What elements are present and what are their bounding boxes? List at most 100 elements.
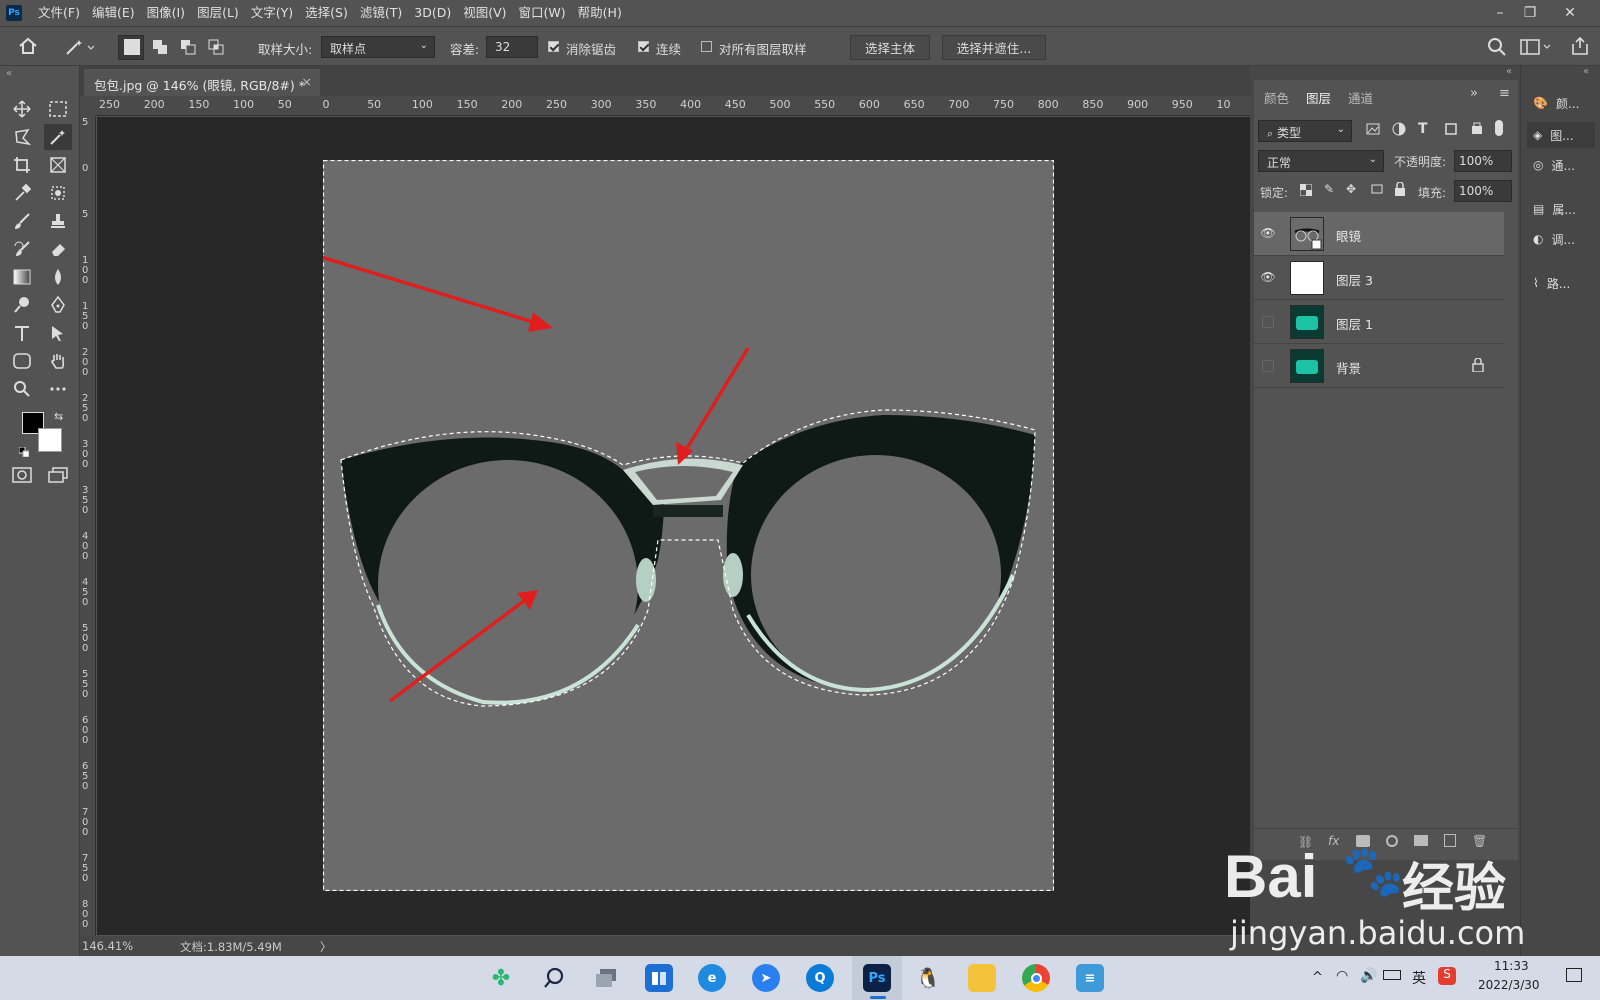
tab-color[interactable]: 颜色 — [1254, 80, 1299, 112]
search-icon[interactable] — [540, 964, 568, 992]
status-arrow-icon[interactable]: 〉 — [320, 939, 332, 955]
tray-chevron-icon[interactable]: ^ — [1312, 970, 1323, 985]
layer-name[interactable]: 图层 1 — [1336, 314, 1373, 333]
battery-icon[interactable] — [1383, 970, 1401, 980]
wifi-icon[interactable]: ◠ — [1336, 968, 1348, 984]
collapse-icon[interactable]: « — [6, 68, 12, 79]
lock-position-icon[interactable]: ✥ — [1346, 182, 1356, 196]
subtract-selection-icon[interactable] — [180, 39, 196, 55]
dodge-tool-icon[interactable] — [8, 292, 36, 318]
lock-pixels-icon[interactable]: ✎ — [1324, 182, 1334, 196]
explorer-icon[interactable] — [968, 964, 996, 992]
restore-button[interactable]: ❐ — [1510, 0, 1550, 25]
eyedropper-tool-icon[interactable] — [8, 180, 36, 206]
more-tools-icon[interactable] — [44, 376, 72, 402]
menu-filter[interactable]: 滤镜(T) — [354, 0, 408, 25]
layer-row-layer3[interactable]: 👁 图层 3 — [1254, 256, 1504, 300]
filter-shape-icon[interactable] — [1444, 122, 1458, 139]
filter-pixel-icon[interactable] — [1366, 122, 1380, 139]
store-icon[interactable] — [645, 964, 673, 992]
widgets-icon[interactable]: ✤ — [487, 964, 515, 992]
zoom-level[interactable]: 146.41% — [82, 939, 133, 953]
menu-window[interactable]: 窗口(W) — [513, 0, 572, 25]
filter-adjustment-icon[interactable] — [1392, 122, 1406, 139]
ime-indicator[interactable]: 英 — [1412, 968, 1426, 988]
path-selection-tool-icon[interactable] — [44, 320, 72, 346]
brush-tool-icon[interactable] — [8, 208, 36, 234]
default-colors-icon[interactable] — [18, 446, 30, 458]
home-icon[interactable] — [18, 37, 38, 58]
notification-icon[interactable] — [1566, 968, 1582, 982]
marquee-tool-icon[interactable] — [44, 96, 72, 122]
panel-menu-icon[interactable]: ≡ — [1499, 86, 1510, 101]
notepad-icon[interactable]: ≡ — [1076, 964, 1104, 992]
lock-transparent-icon[interactable] — [1299, 183, 1313, 199]
menu-edit[interactable]: 编辑(E) — [86, 0, 141, 25]
pen-tool-icon[interactable] — [44, 292, 72, 318]
menu-select[interactable]: 选择(S) — [299, 0, 354, 25]
document-tab[interactable]: 包包.jpg @ 146% (眼镜, RGB/8#) * × — [84, 69, 320, 96]
menu-file[interactable]: 文件(F) — [32, 0, 86, 25]
qq-icon[interactable]: 🐧 — [914, 964, 942, 992]
move-tool-icon[interactable] — [8, 96, 36, 122]
screen-mode-icon[interactable] — [44, 462, 72, 488]
magic-wand-icon[interactable] — [64, 37, 95, 60]
add-selection-icon[interactable] — [152, 39, 168, 55]
lock-all-icon[interactable] — [1394, 181, 1406, 199]
taskview-icon[interactable] — [592, 964, 620, 992]
filter-type-icon[interactable]: T — [1418, 121, 1428, 137]
search-icon[interactable] — [1487, 37, 1507, 60]
gradient-tool-icon[interactable] — [8, 264, 36, 290]
close-window-button[interactable]: ✕ — [1550, 0, 1590, 25]
share-icon[interactable] — [1570, 36, 1590, 59]
content-aware-tool-icon[interactable] — [44, 180, 72, 206]
menu-help[interactable]: 帮助(H) — [572, 0, 628, 25]
crop-tool-icon[interactable] — [8, 152, 36, 178]
menu-3d[interactable]: 3D(D) — [408, 0, 457, 25]
intersect-selection-icon[interactable] — [208, 39, 224, 55]
expand-panel-icon[interactable]: » — [1470, 86, 1478, 101]
clock-time[interactable]: 11:33 — [1494, 959, 1529, 973]
blur-tool-icon[interactable] — [44, 264, 72, 290]
tab-channels[interactable]: 通道 — [1338, 80, 1383, 112]
hand-tool-icon[interactable] — [44, 348, 72, 374]
clock-date[interactable]: 2022/3/30 — [1478, 978, 1540, 992]
dock-properties[interactable]: ▤ 属... — [1527, 196, 1595, 222]
document-canvas[interactable] — [323, 160, 1054, 891]
collapse-icon[interactable]: « — [1583, 66, 1589, 77]
layer-row-layer1[interactable]: 图层 1 — [1254, 300, 1504, 344]
zoom-tool-icon[interactable] — [8, 376, 36, 402]
select-and-mask-button[interactable]: 选择并遮住... — [942, 35, 1046, 60]
quick-mask-icon[interactable] — [8, 462, 36, 488]
browser-icon[interactable]: Q — [806, 964, 834, 992]
sogou-ime-icon[interactable]: S — [1438, 967, 1456, 985]
layer-row-background[interactable]: 背景 — [1254, 344, 1504, 388]
layer-name[interactable]: 图层 3 — [1336, 270, 1373, 289]
blend-mode-select[interactable]: 正常 ⌄ — [1258, 150, 1384, 172]
chrome-icon[interactable] — [1022, 964, 1050, 992]
eye-icon[interactable]: 👁 — [1260, 270, 1276, 286]
sample-size-select[interactable]: 取样点 ⌄ — [321, 36, 435, 58]
photoshop-icon[interactable]: Ps — [863, 964, 891, 992]
dock-channels[interactable]: ◎ 通... — [1527, 152, 1595, 178]
dock-paths[interactable]: ⌇ 路... — [1527, 270, 1595, 296]
frame-tool-icon[interactable] — [44, 152, 72, 178]
menu-type[interactable]: 文字(Y) — [245, 0, 299, 25]
close-tab-icon[interactable]: × — [302, 74, 312, 89]
volume-icon[interactable]: 🔊 — [1360, 968, 1377, 984]
background-color-swatch[interactable] — [38, 428, 62, 452]
select-subject-button[interactable]: 选择主体 — [850, 35, 930, 60]
eraser-tool-icon[interactable] — [44, 236, 72, 262]
sample-all-layers-checkbox[interactable] — [701, 41, 712, 52]
menu-layer[interactable]: 图层(L) — [191, 0, 245, 25]
history-brush-tool-icon[interactable] — [8, 236, 36, 262]
layer-name[interactable]: 眼镜 — [1336, 226, 1361, 245]
magic-wand-tool-icon[interactable] — [44, 124, 72, 150]
filter-toggle[interactable] — [1495, 120, 1503, 136]
workspace-icon[interactable] — [1520, 38, 1554, 59]
fill-input[interactable]: 100% — [1454, 180, 1512, 202]
dock-color[interactable]: 🎨 颜... — [1527, 90, 1595, 116]
lock-artboard-icon[interactable] — [1370, 183, 1384, 198]
eye-icon[interactable]: 👁 — [1260, 226, 1276, 242]
menu-view[interactable]: 视图(V) — [457, 0, 512, 25]
